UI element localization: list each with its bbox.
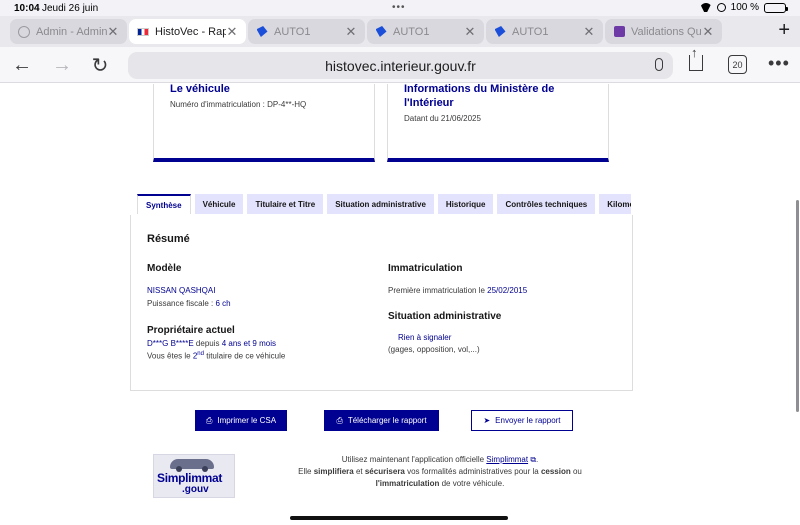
browser-tab-validations[interactable]: Validations Qu ✕ [605,19,722,44]
owner-line: D***G B****E depuis 4 ans et 9 mois [147,339,276,348]
vehicle-card-plate: Numéro d'immatriculation : DP-4**-HQ [170,100,307,109]
forward-arrow-icon[interactable]: → [50,53,74,77]
logo-suffix: .gouv [182,484,209,495]
owner-rank: Vous êtes le 2nd titulaire de ce véhicul… [147,351,286,361]
browser-tab-admin[interactable]: Admin - Admin ✕ [10,19,127,44]
french-flag-icon [137,26,149,38]
auto1-icon [375,26,387,38]
situation-heading: Situation administrative [388,311,502,322]
send-report-button[interactable]: ➤ Envoyer le rapport [471,410,573,431]
vehicle-card[interactable]: Le véhicule Numéro d'immatriculation : D… [153,84,375,162]
microphone-icon[interactable] [655,58,663,71]
more-options-icon[interactable]: ••• [768,53,790,74]
close-icon[interactable]: ✕ [345,24,357,40]
car-icon [170,459,214,472]
rotation-lock-icon [716,3,726,12]
browser-tab-auto1[interactable]: AUTO1 ✕ [248,19,365,44]
close-icon[interactable]: ✕ [107,24,119,40]
print-csa-button[interactable]: ⎙ Imprimer le CSA [195,410,287,431]
status-bar: 10:04 Jeudi 26 juin ••• 100 % [0,0,800,16]
ministry-card[interactable]: Informations du Ministère de l'Intérieur … [387,84,609,162]
share-icon[interactable] [689,45,703,71]
tab-kilometrage[interactable]: Kilométrage [599,194,631,214]
validations-icon [613,26,625,38]
tab-titulaire[interactable]: Titulaire et Titre [247,194,324,214]
tab-historique[interactable]: Historique [437,194,494,214]
url-text: histovec.interieur.gouv.fr [325,57,476,74]
battery-icon [764,2,788,13]
browser-toolbar: ← → ↻ histovec.interieur.gouv.fr 20 ••• [0,45,800,83]
close-icon[interactable]: ✕ [226,24,238,40]
new-tab-plus-icon[interactable]: + [778,19,790,41]
tab-title: AUTO1 [393,25,430,38]
fiscal-power: Puissance fiscale : 6 ch [147,299,231,308]
status-date: Jeudi 26 juin [42,3,99,14]
synthese-panel: Résumé Modèle NISSAN QASHQAI Puissance f… [130,215,633,391]
send-arrow-icon: ➤ [483,416,491,425]
simplimmat-link[interactable]: Simplimmat [486,455,528,464]
address-bar[interactable]: histovec.interieur.gouv.fr [128,52,673,79]
browser-tab-bar: Admin - Admin ✕ HistoVec - Rap ✕ AUTO1 ✕… [0,16,800,47]
tab-title: Admin - Admin [36,25,107,38]
download-report-button[interactable]: ⎙ Télécharger le rapport [324,410,439,431]
tab-controles-techniques[interactable]: Contrôles techniques [497,194,596,214]
tab-count-button[interactable]: 20 [728,55,747,74]
printer-icon: ⎙ [336,415,343,425]
auto1-icon [494,26,506,38]
situation-note: (gages, opposition, vol,...) [388,345,480,354]
first-registration: Première immatriculation le 25/02/2015 [388,286,528,295]
auto1-icon [256,26,268,38]
status-right: 100 % [700,2,788,13]
simplimmat-promo: Utilisez maintenant l'application offici… [298,455,582,488]
browser-tab-auto1[interactable]: AUTO1 ✕ [367,19,484,44]
tab-title: Validations Qu [631,25,702,38]
modele-name: NISSAN QASHQAI [147,286,216,295]
situation-status: Rien à signaler [398,333,452,342]
globe-icon [18,25,30,38]
tab-title: HistoVec - Rap [155,25,226,38]
status-time: 10:04 [14,3,40,14]
section-title-resume: Résumé [147,233,190,245]
tab-synthese[interactable]: Synthèse [137,194,191,214]
modele-heading: Modèle [147,263,182,274]
multitask-dots-icon[interactable]: ••• [392,2,406,13]
scrollbar[interactable] [796,200,799,412]
tab-vehicule[interactable]: Véhicule [194,194,244,214]
back-arrow-icon[interactable]: ← [10,53,34,77]
simplimmat-logo[interactable]: Simplimmat .gouv [153,454,235,498]
home-indicator[interactable] [290,516,508,520]
ministry-card-date: Datant du 21/06/2025 [404,114,481,123]
printer-icon: ⎙ [205,415,213,425]
tab-situation-administrative[interactable]: Situation administrative [327,194,434,214]
close-icon[interactable]: ✕ [583,24,595,40]
browser-tab-histovec[interactable]: HistoVec - Rap ✕ [129,19,246,44]
tab-title: AUTO1 [274,25,311,38]
battery-percent: 100 % [730,2,759,13]
close-icon[interactable]: ✕ [464,24,476,40]
tab-title: AUTO1 [512,25,549,38]
browser-tab-auto1[interactable]: AUTO1 ✕ [486,19,603,44]
immatriculation-heading: Immatriculation [388,263,463,274]
proprietaire-heading: Propriétaire actuel [147,325,235,336]
vehicle-card-title[interactable]: Le véhicule [170,84,230,96]
ministry-card-title[interactable]: Informations du Ministère de l'Intérieur [404,84,554,110]
close-icon[interactable]: ✕ [702,24,714,40]
external-link-icon: ⧉ [530,455,537,464]
wifi-icon [700,3,712,12]
report-tabs: Synthèse Véhicule Titulaire et Titre Sit… [137,194,631,216]
web-page: Le véhicule Numéro d'immatriculation : D… [0,84,800,525]
logo-text: Simplimmat [157,471,223,485]
reload-icon[interactable]: ↻ [88,53,112,77]
